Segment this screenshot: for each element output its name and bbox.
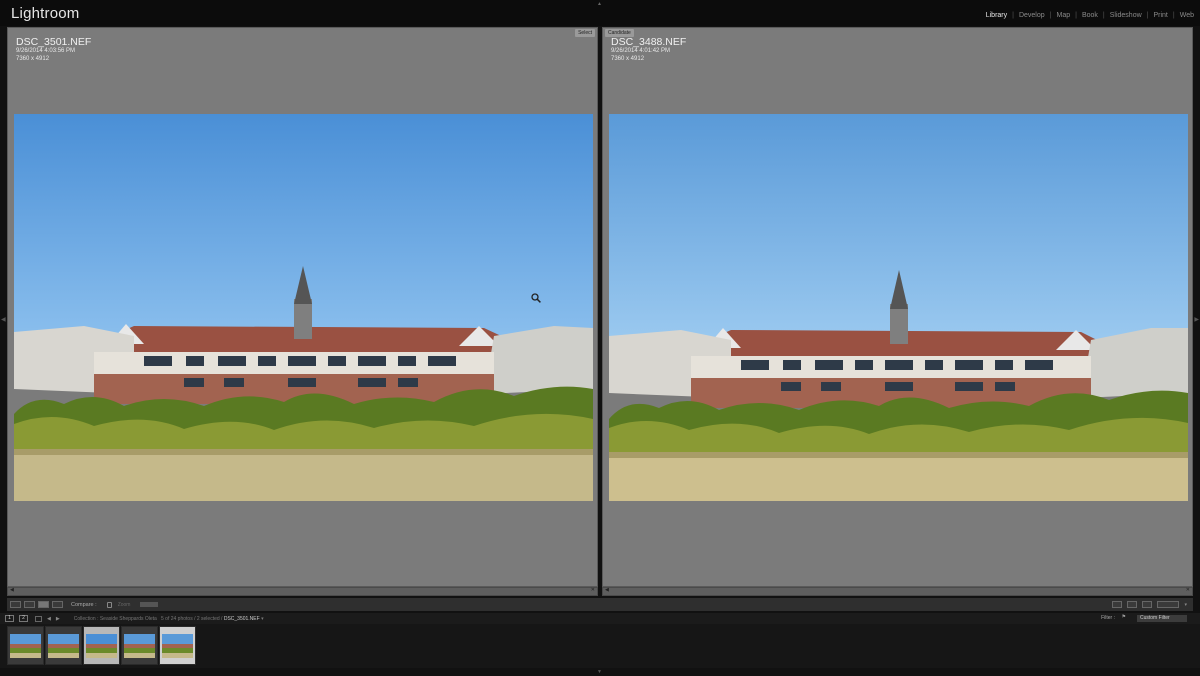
module-develop[interactable]: Develop bbox=[1019, 12, 1045, 19]
top-bar: ▲ Lightroom Library | Develop | Map | Bo… bbox=[0, 0, 1200, 26]
select-datetime: 9/26/2014 4:03:56 PM bbox=[16, 48, 76, 54]
photo-count: 5 of 24 photos / 2 selected / bbox=[161, 615, 223, 622]
filmstrip-thumbnail-selected[interactable] bbox=[83, 626, 120, 665]
candidate-pane-footer: ◀ ✕ bbox=[602, 587, 1193, 596]
candidate-photo[interactable] bbox=[609, 114, 1188, 501]
select-tag: Select bbox=[575, 29, 595, 37]
back-arrow-icon[interactable]: ◀ bbox=[47, 616, 51, 622]
toolbar-menu-icon[interactable]: ▾ bbox=[1184, 602, 1187, 608]
current-file: DSC_3501.NEF bbox=[223, 615, 260, 622]
select-dimensions: 7360 x 4912 bbox=[16, 56, 50, 62]
candidate-dimensions: 7360 x 4912 bbox=[611, 56, 645, 62]
top-panel-toggle-icon[interactable]: ▲ bbox=[597, 1, 602, 7]
forward-arrow-icon[interactable]: ▶ bbox=[56, 616, 60, 622]
select-pane[interactable]: Select DSC_3501.NEF 9/26/2014 4:03:56 PM… bbox=[7, 27, 598, 587]
loupe-view-button[interactable] bbox=[24, 601, 35, 608]
module-web[interactable]: Web bbox=[1180, 12, 1194, 19]
toolbar-right-controls: ▾ bbox=[1112, 601, 1187, 608]
grid-view-button[interactable] bbox=[10, 601, 21, 608]
filter-select[interactable]: Custom Filter bbox=[1137, 615, 1187, 622]
select-pane-footer: ◀ ✕ bbox=[7, 587, 598, 596]
primary-window-button[interactable]: 1 bbox=[5, 615, 14, 622]
filmstrip-header: 1 2 ◀ ▶ Collection : Seaside Sheppards O… bbox=[0, 613, 1200, 624]
module-picker: Library | Develop | Map | Book | Slidesh… bbox=[986, 12, 1194, 19]
module-book[interactable]: Book bbox=[1082, 12, 1098, 19]
module-map[interactable]: Map bbox=[1056, 12, 1070, 19]
module-separator: | bbox=[1146, 12, 1149, 19]
lock-icon[interactable] bbox=[106, 601, 112, 608]
view-toolbar: Compare : Zoom ▾ bbox=[7, 598, 1193, 611]
left-panel-toggle-icon[interactable]: ◀ bbox=[1, 316, 6, 323]
collection-label: Collection : Seaside Sheppards Oleta bbox=[73, 615, 157, 622]
make-select-icon[interactable] bbox=[1127, 601, 1138, 608]
swap-icon[interactable] bbox=[1112, 601, 1123, 608]
survey-view-button[interactable] bbox=[52, 601, 63, 608]
candidate-filename: DSC_3488.NEF bbox=[611, 36, 687, 48]
module-print[interactable]: Print bbox=[1153, 12, 1167, 19]
filter-label: Filter : bbox=[1101, 615, 1115, 621]
module-separator: | bbox=[1172, 12, 1175, 19]
app-title: Lightroom bbox=[11, 5, 80, 22]
compare-view-button[interactable] bbox=[38, 601, 49, 608]
module-separator: | bbox=[1102, 12, 1105, 19]
module-separator: | bbox=[1012, 12, 1014, 19]
compare-label: Compare : bbox=[71, 601, 97, 608]
module-library[interactable]: Library bbox=[986, 12, 1007, 19]
select-pane-close-icon[interactable]: ✕ bbox=[591, 587, 595, 593]
candidate-pane[interactable]: Candidate DSC_3488.NEF 9/26/2014 4:01:42… bbox=[602, 27, 1193, 587]
module-separator: | bbox=[1049, 12, 1052, 19]
filmstrip-thumbnail[interactable] bbox=[7, 626, 44, 665]
filmstrip bbox=[0, 624, 1200, 668]
select-filename: DSC_3501.NEF bbox=[16, 36, 92, 48]
candidate-datetime: 9/26/2014 4:01:42 PM bbox=[611, 48, 671, 54]
flag-filter-icon[interactable]: ⚑ bbox=[1122, 614, 1126, 620]
select-photo[interactable] bbox=[14, 114, 593, 501]
candidate-pane-close-icon[interactable]: ✕ bbox=[1186, 587, 1190, 593]
candidate-pane-left-arrow-icon[interactable]: ◀ bbox=[605, 587, 609, 593]
module-separator: | bbox=[1075, 12, 1077, 19]
building-photo bbox=[609, 114, 1188, 501]
grid-icon[interactable] bbox=[35, 615, 42, 622]
zoom-slider[interactable] bbox=[140, 602, 159, 607]
lightroom-window: ▲ Lightroom Library | Develop | Map | Bo… bbox=[0, 0, 1200, 676]
building-photo bbox=[14, 114, 593, 501]
filmstrip-thumbnail[interactable] bbox=[121, 626, 158, 665]
secondary-window-button[interactable]: 2 bbox=[19, 615, 28, 622]
filmstrip-source[interactable]: Collection : Seaside Sheppards Oleta 5 o… bbox=[74, 616, 264, 622]
previous-next-icon[interactable] bbox=[1142, 601, 1153, 608]
filmstrip-thumbnail[interactable] bbox=[45, 626, 82, 665]
done-button[interactable] bbox=[1157, 601, 1180, 608]
module-slideshow[interactable]: Slideshow bbox=[1110, 12, 1142, 19]
zoom-label: Zoom bbox=[117, 601, 131, 608]
filmstrip-thumbnail-selected[interactable] bbox=[159, 626, 196, 665]
bottom-panel-toggle-icon[interactable]: ▼ bbox=[597, 669, 602, 675]
right-panel-toggle-icon[interactable]: ▶ bbox=[1194, 316, 1199, 323]
select-pane-left-arrow-icon[interactable]: ◀ bbox=[10, 587, 14, 593]
zoom-cursor-icon bbox=[531, 293, 541, 303]
